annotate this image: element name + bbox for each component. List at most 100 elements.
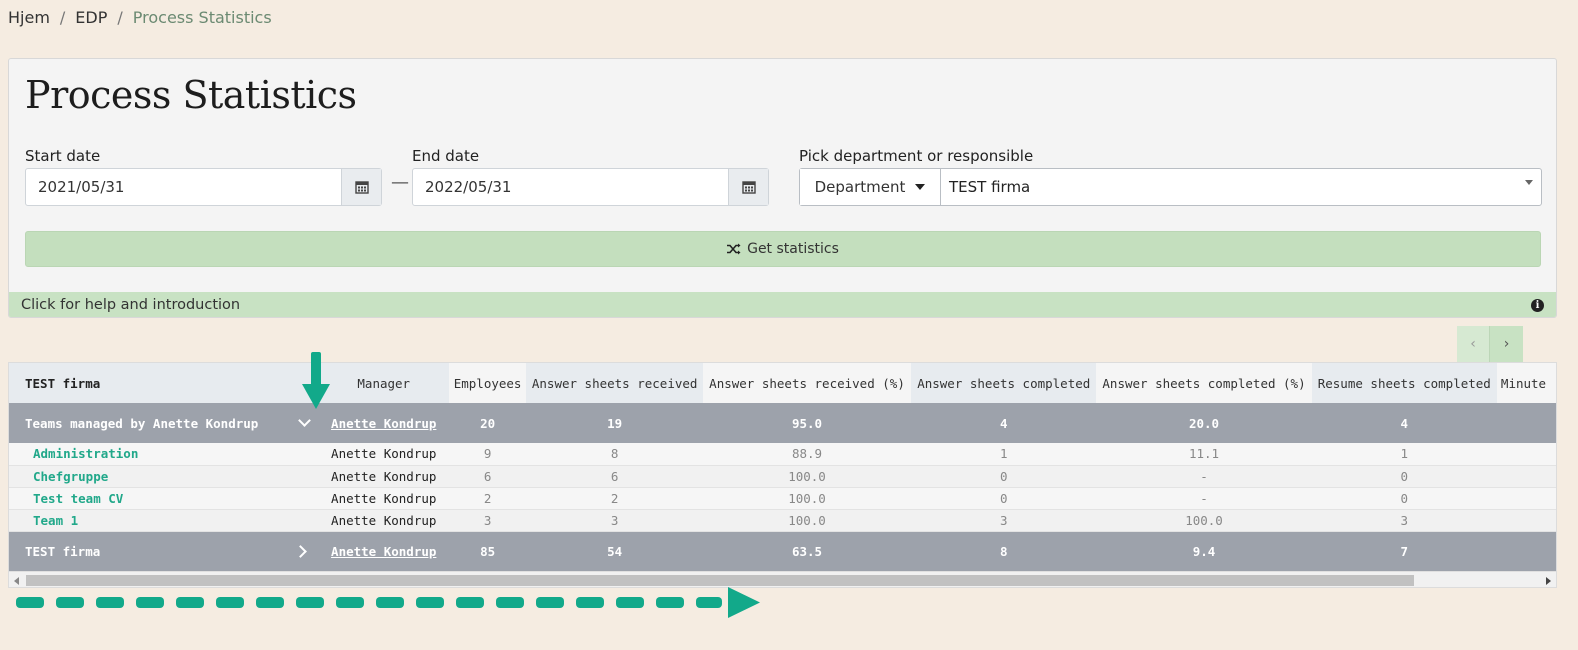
- chevron-down-icon[interactable]: [297, 414, 311, 427]
- manager-link[interactable]: Anette Kondrup: [318, 531, 449, 571]
- table-cell: 9.4: [1096, 531, 1312, 571]
- table-cell: 7: [1311, 531, 1497, 571]
- statistics-table-container: TEST firma Manager Employees Answer shee…: [8, 362, 1557, 588]
- table-cell: 1: [1311, 443, 1497, 466]
- group-row-collapsed[interactable]: TEST firma Anette Kondrup 85 54 63.5 8 9…: [9, 531, 1556, 571]
- statistics-table: TEST firma Manager Employees Answer shee…: [9, 363, 1556, 571]
- team-link[interactable]: Team 1: [9, 509, 319, 532]
- table-cell: 0: [1311, 465, 1497, 488]
- calendar-icon[interactable]: [728, 169, 768, 205]
- table-cell: Anette Kondrup: [318, 465, 449, 488]
- get-statistics-button[interactable]: Get statistics: [25, 231, 1541, 267]
- group-row-expanded[interactable]: Teams managed by Anette Kondrup Anette K…: [9, 403, 1556, 443]
- table-cell: 4: [1311, 403, 1497, 443]
- table-header-row: TEST firma Manager Employees Answer shee…: [9, 363, 1556, 403]
- end-date-input[interactable]: 2022/05/31: [413, 169, 728, 205]
- table-row: Administration Anette Kondrup 9 8 88.9 1…: [9, 443, 1556, 466]
- table-cell: 1: [911, 443, 1097, 466]
- table-cell: 11.1: [1096, 443, 1312, 466]
- column-header[interactable]: Resume sheets completed: [1311, 363, 1497, 403]
- team-link[interactable]: Test team CV: [9, 487, 319, 510]
- table-cell: 8: [911, 531, 1097, 571]
- team-link[interactable]: Chefgruppe: [9, 465, 319, 488]
- table-cell: 100.0: [702, 509, 912, 532]
- table-row: Team 1 Anette Kondrup 3 3 100.0 3 100.0 …: [9, 509, 1556, 532]
- start-date-field[interactable]: 2021/05/31: [25, 168, 382, 206]
- table-cell: 4: [911, 403, 1097, 443]
- shuffle-icon: [727, 243, 741, 255]
- team-link[interactable]: Administration: [9, 443, 319, 466]
- get-statistics-label: Get statistics: [747, 241, 839, 257]
- group-name: TEST firma: [25, 543, 101, 559]
- column-header[interactable]: Manager: [318, 363, 449, 403]
- end-date-field[interactable]: 2022/05/31: [412, 168, 769, 206]
- table-cell: 100.0: [702, 465, 912, 488]
- next-page-button[interactable]: ›: [1490, 326, 1523, 362]
- table-cell: 0: [1311, 487, 1497, 510]
- table-cell: Anette Kondrup: [318, 443, 449, 466]
- department-select-value: TEST firma: [949, 178, 1031, 196]
- table-cell: 3: [1311, 509, 1497, 532]
- table-cell: 0: [911, 487, 1097, 510]
- table-cell: 19: [526, 403, 703, 443]
- table-cell: 0: [911, 465, 1097, 488]
- department-select[interactable]: TEST firma: [941, 169, 1541, 205]
- info-icon: i: [1531, 298, 1544, 312]
- column-header[interactable]: Answer sheets received (%): [702, 363, 912, 403]
- table-row: Test team CV Anette Kondrup 2 2 100.0 0 …: [9, 487, 1556, 510]
- table-cell: 8: [526, 443, 703, 466]
- table-cell: Anette Kondrup: [318, 487, 449, 510]
- table-pager: ‹ ›: [1457, 326, 1523, 362]
- pick-department-label: Pick department or responsible: [799, 147, 1034, 165]
- breadcrumb-separator: /: [117, 8, 123, 27]
- table-cell: 2: [526, 487, 703, 510]
- table-cell: 63.5: [702, 531, 912, 571]
- filter-card: Process Statistics Start date 2021/05/31…: [8, 58, 1557, 318]
- table-cell: 100.0: [702, 487, 912, 510]
- table-cell: 3: [911, 509, 1097, 532]
- help-bar[interactable]: Click for help and introduction i: [9, 292, 1556, 317]
- column-header[interactable]: Answer sheets received: [526, 363, 703, 403]
- annotation-arrow-right-icon: [16, 587, 760, 618]
- prev-page-button[interactable]: ‹: [1457, 326, 1490, 362]
- table-cell: 6: [448, 465, 527, 488]
- table-cell: -: [1096, 465, 1312, 488]
- table-cell: 54: [526, 531, 703, 571]
- calendar-icon[interactable]: [341, 169, 381, 205]
- column-header[interactable]: Answer sheets completed (%): [1096, 363, 1312, 403]
- breadcrumb-edp[interactable]: EDP: [75, 8, 107, 27]
- table-cell: -: [1096, 487, 1312, 510]
- column-header[interactable]: Answer sheets completed: [911, 363, 1097, 403]
- chevron-right-icon[interactable]: [293, 544, 307, 558]
- table-cell: 88.9: [702, 443, 912, 466]
- breadcrumb-current: Process Statistics: [132, 8, 272, 27]
- end-date-label: End date: [412, 147, 480, 165]
- table-cell: 3: [448, 509, 527, 532]
- scroll-right-arrow-icon[interactable]: [1546, 577, 1551, 585]
- help-text: Click for help and introduction: [21, 297, 241, 313]
- department-type-label: Department: [814, 178, 906, 196]
- group-name: Teams managed by Anette Kondrup: [25, 415, 259, 431]
- table-row: Chefgruppe Anette Kondrup 6 6 100.0 0 - …: [9, 465, 1556, 488]
- annotation-arrow-down-icon: [302, 352, 330, 409]
- page-title: Process Statistics: [25, 73, 357, 117]
- table-cell: Anette Kondrup: [318, 509, 449, 532]
- breadcrumb: Hjem / EDP / Process Statistics: [8, 8, 272, 27]
- breadcrumb-home[interactable]: Hjem: [8, 8, 50, 27]
- manager-link[interactable]: Anette Kondrup: [318, 403, 449, 443]
- table-cell: 85: [448, 531, 527, 571]
- department-picker: Department TEST firma: [799, 168, 1542, 206]
- table-cell: 20: [448, 403, 527, 443]
- start-date-input[interactable]: 2021/05/31: [26, 169, 341, 205]
- select-arrow-icon: [1525, 180, 1533, 185]
- table-cell: 6: [526, 465, 703, 488]
- table-cell: 95.0: [702, 403, 912, 443]
- start-date-label: Start date: [25, 147, 101, 165]
- table-corner-label: TEST firma: [9, 363, 319, 403]
- scrollbar-thumb[interactable]: [26, 575, 1414, 586]
- department-type-dropdown[interactable]: Department: [800, 169, 941, 205]
- column-header[interactable]: Employees: [448, 363, 527, 403]
- scroll-left-arrow-icon[interactable]: [14, 577, 19, 585]
- column-header[interactable]: Minute: [1496, 363, 1556, 403]
- table-cell: 3: [526, 509, 703, 532]
